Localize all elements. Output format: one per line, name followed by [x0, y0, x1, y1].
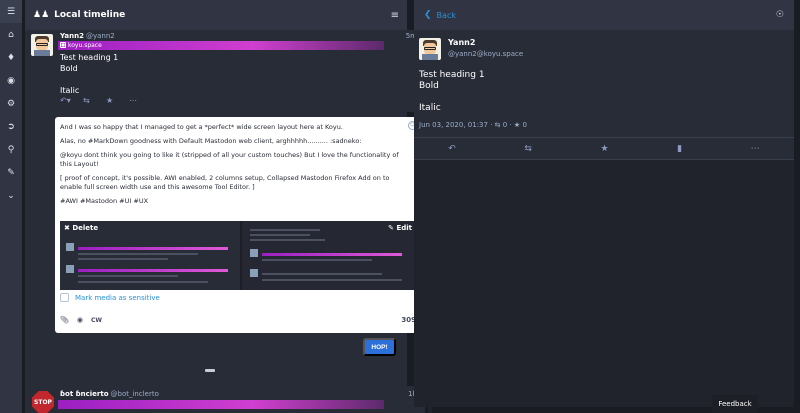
- star-icon[interactable]: ★: [106, 96, 129, 105]
- back-button[interactable]: ❮ Back: [424, 10, 456, 20]
- display-name[interactable]: Yann2: [448, 38, 475, 47]
- menu-icon[interactable]: ☰: [0, 0, 22, 23]
- reply-icon[interactable]: ↶▾: [60, 96, 83, 105]
- sliders-icon[interactable]: ≡: [391, 10, 399, 21]
- globe-icon[interactable]: ◉: [0, 69, 22, 92]
- favourite-count[interactable]: 0: [522, 121, 526, 129]
- eye-icon[interactable]: ☉: [776, 10, 784, 20]
- search-icon[interactable]: ⚲: [0, 138, 22, 161]
- more-icon[interactable]: ⋯: [129, 96, 152, 105]
- avatar[interactable]: STOP: [32, 391, 54, 413]
- instance-icon: ■: [60, 42, 66, 48]
- checkbox-box[interactable]: [60, 293, 69, 302]
- account-name: @yann2: [86, 32, 115, 40]
- status-date[interactable]: Jun 03, 2020, 01:37: [419, 121, 488, 129]
- bell-icon[interactable]: ♦: [0, 46, 22, 69]
- column-title: Local timeline: [54, 10, 126, 20]
- compose-form[interactable]: And I was so happy that I managed to get…: [55, 117, 421, 333]
- sensitive-label: Mark media as sensitive: [75, 293, 160, 302]
- boost-count[interactable]: 0: [503, 121, 507, 129]
- compose-paragraph: @koyu dont think you going to like it (s…: [60, 151, 399, 168]
- media-delete-button[interactable]: ✖ Delete: [64, 224, 98, 232]
- gear-icon[interactable]: ⚙: [0, 92, 22, 115]
- compose-paragraph: #AWI #Mastodon #UI #UX: [60, 197, 149, 205]
- more-icon[interactable]: ⋯: [751, 144, 760, 154]
- boost-count-icon: ⇆: [494, 121, 501, 129]
- boost-icon[interactable]: ⇆: [83, 96, 106, 105]
- local-timeline-column: ♟♟ Local timeline ≡ Yann2 @yann2 5m ■ koy…: [25, 0, 432, 413]
- status-author[interactable]: Yann2 @yann2: [60, 32, 115, 40]
- sensitive-checkbox[interactable]: Mark media as sensitive: [60, 293, 160, 302]
- media-edit-label: Edit: [396, 224, 412, 232]
- bookmark-icon[interactable]: ▮: [677, 144, 682, 154]
- compose-paragraph: [ proof of concept, it's possible. AWI e…: [60, 174, 390, 191]
- content-line: Test heading 1: [419, 70, 485, 80]
- instance-bar: [58, 400, 384, 409]
- compose-paragraph: And I was so happy that I managed to get…: [60, 123, 343, 131]
- load-more-gap[interactable]: [205, 369, 215, 372]
- status-detail-column: ❮ Back ☉ Yann2 @yann2@koyu.space Test he…: [414, 0, 794, 407]
- status-item[interactable]: STOP ɓot ɓncierto @bot_inclerto 1h: [25, 386, 425, 413]
- home-icon[interactable]: ⌂: [0, 23, 22, 46]
- logout-icon[interactable]: ➲: [0, 115, 22, 138]
- media-edit-button[interactable]: ✎ Edit: [388, 224, 412, 232]
- media-attachment[interactable]: ✖ Delete ✎ Edit: [60, 221, 416, 290]
- chevron-left-icon: ❮: [424, 10, 432, 20]
- pencil-icon[interactable]: ✎: [0, 161, 22, 184]
- content-line: [60, 74, 118, 85]
- account-name: @bot_inclerto: [110, 390, 159, 398]
- toot-button[interactable]: HOP!: [363, 338, 396, 356]
- content-line: Italic: [60, 86, 80, 95]
- globe-icon[interactable]: ◉: [77, 316, 83, 324]
- boost-icon[interactable]: ⇆: [524, 144, 532, 154]
- status-content: Test heading 1 Bold Italic: [60, 52, 118, 96]
- divider: [414, 137, 794, 138]
- display-name: ɓot ɓncierto: [60, 390, 109, 398]
- column-header: ❮ Back ☉: [414, 0, 794, 30]
- status-meta: Jun 03, 2020, 01:37 · ⇆ 0 · ★ 0: [419, 121, 527, 129]
- detail-actions: ↶ ⇆ ★ ▮ ⋯: [414, 139, 794, 159]
- reply-icon[interactable]: ↶: [448, 144, 456, 154]
- content-line: Bold: [419, 81, 439, 91]
- account-name[interactable]: @yann2@koyu.space: [448, 50, 523, 58]
- compose-toolbar: 📎︎ ◉ CW 309: [60, 313, 416, 327]
- content-line: [419, 92, 485, 103]
- instance-bar: ■ koyu.space: [58, 41, 384, 50]
- back-label: Back: [436, 10, 456, 20]
- instance-name: koyu.space: [68, 42, 102, 49]
- content-line: Test heading 1: [60, 53, 119, 62]
- avatar[interactable]: [419, 38, 441, 60]
- star-icon[interactable]: ★: [601, 144, 609, 154]
- compose-textarea[interactable]: And I was so happy that I managed to get…: [60, 123, 408, 211]
- feedback-button[interactable]: Feedback: [712, 395, 758, 413]
- content-line: Italic: [419, 103, 441, 113]
- paperclip-icon[interactable]: 📎︎: [60, 316, 69, 324]
- star-count-icon: ★: [513, 121, 521, 129]
- chevron-down-icon[interactable]: ⌄: [0, 184, 22, 207]
- navigation-rail: ☰ ⌂ ♦ ◉ ⚙ ➲ ⚲ ✎ ⌄: [0, 0, 22, 413]
- detail-empty-area: [414, 159, 794, 407]
- compose-paragraph: Alas, no #MarkDown goodness with Default…: [60, 137, 362, 145]
- status-author[interactable]: ɓot ɓncierto @bot_inclerto: [60, 390, 159, 398]
- avatar[interactable]: [31, 34, 53, 56]
- status-content: Test heading 1 Bold Italic: [419, 70, 485, 114]
- cw-button[interactable]: CW: [91, 317, 102, 324]
- status-item[interactable]: Yann2 @yann2 5m ■ koyu.space Test heading…: [25, 30, 425, 112]
- avatar-text: STOP: [34, 398, 52, 406]
- content-line: Bold: [60, 64, 78, 73]
- display-name: Yann2: [60, 32, 84, 40]
- column-header: ♟♟ Local timeline ≡: [25, 0, 407, 30]
- status-actions: ↶▾ ⇆ ★ ⋯: [60, 96, 152, 105]
- users-icon: ♟♟: [33, 10, 50, 20]
- media-delete-label: Delete: [72, 224, 99, 232]
